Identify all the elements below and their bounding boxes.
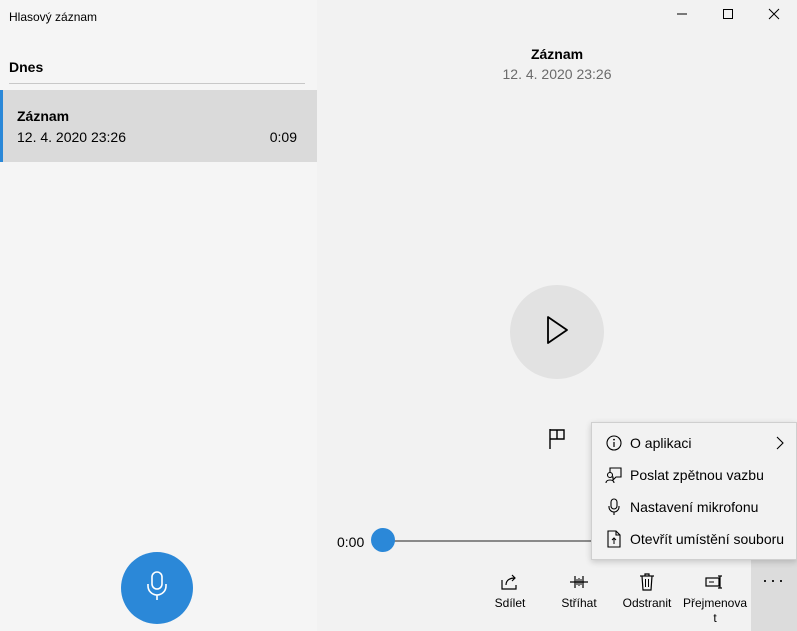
info-icon	[604, 435, 624, 451]
rename-icon	[705, 569, 725, 595]
chevron-right-icon	[776, 436, 784, 453]
recording-item-name: Záznam	[17, 108, 70, 124]
menu-item-open-location-label: Otevřít umístění souboru	[630, 531, 785, 547]
recording-date: 12. 4. 2020 23:26	[502, 66, 612, 82]
play-button[interactable]	[510, 285, 604, 379]
rename-button[interactable]: Přejmenova t	[681, 560, 749, 631]
close-icon	[768, 7, 780, 25]
trim-icon	[569, 569, 589, 595]
add-marker-button[interactable]	[546, 428, 568, 455]
current-time: 0:00	[337, 534, 365, 550]
minimize-button[interactable]	[659, 0, 705, 32]
close-button[interactable]	[751, 0, 797, 32]
menu-item-mic-settings-label: Nastavení mikrofonu	[630, 499, 759, 515]
recording-list-item[interactable]: Záznam 12. 4. 2020 23:26 0:09	[0, 90, 317, 162]
maximize-icon	[722, 7, 734, 25]
play-icon	[544, 315, 570, 350]
menu-item-open-location[interactable]: Otevřít umístění souboru	[592, 524, 796, 554]
seek-slider-thumb[interactable]	[371, 528, 395, 552]
rename-label-line1: Přejmenova	[682, 596, 748, 610]
recording-title: Záznam	[530, 46, 584, 62]
feedback-icon	[604, 466, 624, 484]
microphone-icon	[604, 498, 624, 516]
more-options-button[interactable]: ···	[751, 560, 797, 631]
minimize-icon	[676, 7, 688, 25]
delete-label: Odstranit	[622, 596, 672, 610]
menu-item-feedback[interactable]: Poslat zpětnou vazbu	[592, 460, 796, 490]
bottom-toolbar: Sdílet Stříhat Odstranit Přejmenova t	[317, 560, 797, 631]
menu-item-about-label: O aplikaci	[630, 435, 692, 451]
share-icon	[501, 569, 519, 595]
menu-item-about[interactable]: O aplikaci	[592, 428, 796, 458]
voice-recorder-app: Hlasový záznam Dnes Záznam 12. 4. 2020 2…	[0, 0, 797, 631]
share-button[interactable]: Sdílet	[481, 560, 539, 631]
section-header-today: Dnes	[9, 59, 44, 75]
microphone-icon	[146, 570, 168, 606]
delete-button[interactable]: Odstranit	[617, 560, 677, 631]
seek-slider-track[interactable]	[384, 540, 594, 542]
recordings-pane: Hlasový záznam Dnes Záznam 12. 4. 2020 2…	[0, 0, 317, 631]
flag-icon	[547, 428, 567, 455]
trim-button[interactable]: Stříhat	[546, 560, 612, 631]
window-controls	[659, 0, 797, 32]
menu-item-mic-settings[interactable]: Nastavení mikrofonu	[592, 492, 796, 522]
more-options-menu: O aplikaci Poslat zpětnou vazbu Nastaven…	[591, 422, 797, 560]
trash-icon	[639, 569, 655, 595]
record-button[interactable]	[121, 552, 193, 624]
file-icon	[604, 530, 624, 548]
more-icon: ···	[762, 570, 786, 590]
menu-item-feedback-label: Poslat zpětnou vazbu	[630, 467, 764, 483]
app-title: Hlasový záznam	[9, 10, 98, 24]
share-label: Sdílet	[494, 596, 526, 610]
trim-label: Stříhat	[561, 596, 597, 610]
rename-label-line2: t	[713, 611, 717, 625]
recording-item-date: 12. 4. 2020 23:26	[17, 129, 126, 145]
maximize-button[interactable]	[705, 0, 751, 32]
recording-item-duration: 0:09	[269, 129, 297, 145]
section-divider	[9, 83, 305, 84]
